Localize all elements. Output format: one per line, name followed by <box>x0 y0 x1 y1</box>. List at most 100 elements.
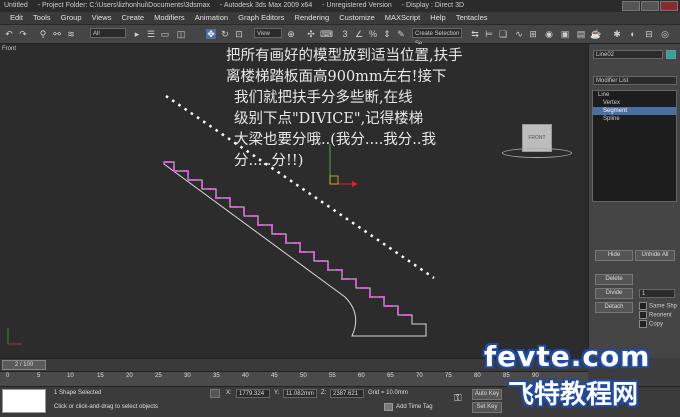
keyboard-shortcut-icon[interactable]: ⌨ <box>320 29 333 39</box>
layer-manager-icon[interactable]: ❏ <box>498 29 508 39</box>
menu-tentacles[interactable]: Tentacles <box>452 12 492 24</box>
add-time-tag[interactable]: Add Time Tag <box>396 404 433 410</box>
watermark-url: fevte.com <box>484 340 651 373</box>
select-by-name-icon[interactable]: ☰ <box>146 29 156 39</box>
front-viewport[interactable]: Front FRONT 把所有画好的模型放到适当位置,扶手 离楼梯踏板面高900… <box>0 44 588 358</box>
object-color-swatch[interactable] <box>666 50 676 59</box>
divide-button[interactable]: Divide <box>595 288 633 299</box>
select-scale-icon[interactable]: ⊡ <box>234 29 244 39</box>
stack-item-vertex[interactable]: Vertex <box>593 99 676 107</box>
render-icon[interactable]: ☕ <box>590 29 601 39</box>
same-shape-checkbox[interactable]: Same Shp <box>639 302 677 310</box>
annotation-line-5: 大梁也要分哦..(我分....我分..我 <box>234 132 437 148</box>
select-manipulate-icon[interactable]: ✣ <box>306 29 316 39</box>
main-toolbar: ↶ ↷ ⚲ ⚯ ≋ All ▸ ☰ ▭ ◫ ✥ ↻ ⊡ View ⊕ ✣ ⌨ 3… <box>0 25 680 47</box>
set-key-button[interactable]: Set Key <box>472 402 502 413</box>
select-rotate-icon[interactable]: ↻ <box>220 29 230 39</box>
material-editor-icon[interactable]: ◉ <box>544 29 554 39</box>
schematic-view-icon[interactable]: ⊞ <box>528 29 538 39</box>
named-selection-icon[interactable]: ✎ <box>396 29 406 39</box>
mirror-icon[interactable]: ⇆ <box>470 29 480 39</box>
motion-panel-icon[interactable]: ◎ <box>660 29 670 39</box>
reorient-checkbox[interactable]: Reorient <box>639 311 672 319</box>
link-icon[interactable]: ⚲ <box>38 29 48 39</box>
project-folder: - Project Folder: C:\Users\lizhonhui\Doc… <box>37 2 211 9</box>
auto-key-button[interactable]: Auto Key <box>472 389 502 400</box>
tick-label: 70 <box>416 373 423 379</box>
bind-icon[interactable]: ≋ <box>66 29 76 39</box>
pivot-center-icon[interactable]: ⊕ <box>286 29 296 39</box>
hide-button[interactable]: Hide <box>595 250 633 261</box>
object-name-field[interactable]: Line02 <box>593 50 663 59</box>
delete-button[interactable]: Delete <box>595 274 633 285</box>
stack-item-line[interactable]: Line <box>593 91 676 99</box>
maximize-button[interactable] <box>641 1 659 11</box>
lock-selection-icon[interactable] <box>210 389 220 398</box>
create-panel-icon[interactable]: ✱ <box>612 29 622 39</box>
detach-button[interactable]: Detach <box>595 302 633 313</box>
key-icon[interactable]: ⚿ <box>454 393 462 404</box>
spinner-snap-icon[interactable]: ⇕ <box>382 29 392 39</box>
menu-maxscript[interactable]: MAXScript <box>381 12 424 24</box>
close-button[interactable] <box>660 1 678 11</box>
z-coordinate-field[interactable]: 2387.621 <box>330 389 364 398</box>
menu-customize[interactable]: Customize <box>335 12 378 24</box>
tick-label: 55 <box>329 373 336 379</box>
modifier-stack[interactable]: Line Vertex Segment Spline <box>592 90 677 202</box>
rectangle-select-icon[interactable]: ▭ <box>160 29 170 39</box>
tick-label: 15 <box>97 373 104 379</box>
menu-modifiers[interactable]: Modifiers <box>150 12 188 24</box>
menu-group[interactable]: Group <box>57 12 86 24</box>
angle-snap-icon[interactable]: ∠ <box>354 29 364 39</box>
copy-checkbox[interactable]: Copy <box>639 320 663 328</box>
redo-icon[interactable]: ↷ <box>18 29 28 39</box>
app-name: - Autodesk 3ds Max 2009 x64 <box>219 2 313 9</box>
same-shape-label: Same Shp <box>649 303 678 310</box>
copy-label: Copy <box>649 321 664 328</box>
menu-rendering[interactable]: Rendering <box>291 12 334 24</box>
percent-snap-icon[interactable]: % <box>368 29 378 39</box>
select-move-icon[interactable]: ✥ <box>206 29 216 39</box>
curve-editor-icon[interactable]: ∿ <box>514 29 524 39</box>
render-setup-icon[interactable]: ▣ <box>560 29 570 39</box>
menu-bar: Edit Tools Group Views Create Modifiers … <box>0 12 680 25</box>
y-coordinate-field[interactable]: 11.082mm <box>283 389 317 398</box>
hierarchy-panel-icon[interactable]: ⊟ <box>644 29 654 39</box>
modifier-list-dropdown[interactable]: Modifier List <box>593 76 677 85</box>
stack-item-segment[interactable]: Segment <box>593 107 676 115</box>
x-coordinate-field[interactable]: 1779.324 <box>236 389 270 398</box>
time-tag-icon[interactable] <box>384 403 393 411</box>
tick-label: 5 <box>37 373 41 379</box>
selection-filter-dropdown[interactable]: All <box>90 28 126 38</box>
snaps-toggle-icon[interactable]: 3 <box>340 29 350 39</box>
window-crossing-icon[interactable]: ◫ <box>176 29 186 39</box>
menu-edit[interactable]: Edit <box>6 12 27 24</box>
unlink-icon[interactable]: ⚯ <box>52 29 62 39</box>
align-icon[interactable]: ⊨ <box>484 29 494 39</box>
select-object-icon[interactable]: ▸ <box>132 29 142 39</box>
menu-animation[interactable]: Animation <box>191 12 232 24</box>
menu-tools[interactable]: Tools <box>29 12 55 24</box>
modify-panel-icon[interactable]: ◐ <box>628 29 638 39</box>
menu-views[interactable]: Views <box>88 12 116 24</box>
annotation-line-4: 级别下点"DIVICE",记得楼梯 <box>234 111 424 127</box>
reorient-label: Reorient <box>649 312 672 319</box>
stack-item-spline[interactable]: Spline <box>593 115 676 123</box>
track-bar[interactable]: 0 5 10 15 20 25 30 35 40 45 50 55 60 65 … <box>0 371 588 386</box>
tick-label: 45 <box>271 373 278 379</box>
divide-count-spinner[interactable]: 1 <box>639 289 675 298</box>
maxscript-listener[interactable] <box>2 389 46 413</box>
menu-graph-editors[interactable]: Graph Editors <box>234 12 288 24</box>
rendered-frame-icon[interactable]: ▤ <box>576 29 586 39</box>
reference-coord-dropdown[interactable]: View <box>254 28 282 38</box>
undo-icon[interactable]: ↶ <box>4 29 14 39</box>
time-slider-handle[interactable]: 2 / 100 <box>2 360 46 370</box>
tick-label: 35 <box>213 373 220 379</box>
unhide-all-button[interactable]: Unhide All <box>635 250 675 261</box>
command-panel: Line02 Modifier List Line Vertex Segment… <box>588 44 680 358</box>
viewcube-compass-ring[interactable] <box>502 148 572 158</box>
named-selection-dropdown[interactable]: Create Selection Se <box>412 28 462 47</box>
minimize-button[interactable] <box>622 1 640 11</box>
menu-help[interactable]: Help <box>426 12 449 24</box>
menu-create[interactable]: Create <box>118 12 149 24</box>
